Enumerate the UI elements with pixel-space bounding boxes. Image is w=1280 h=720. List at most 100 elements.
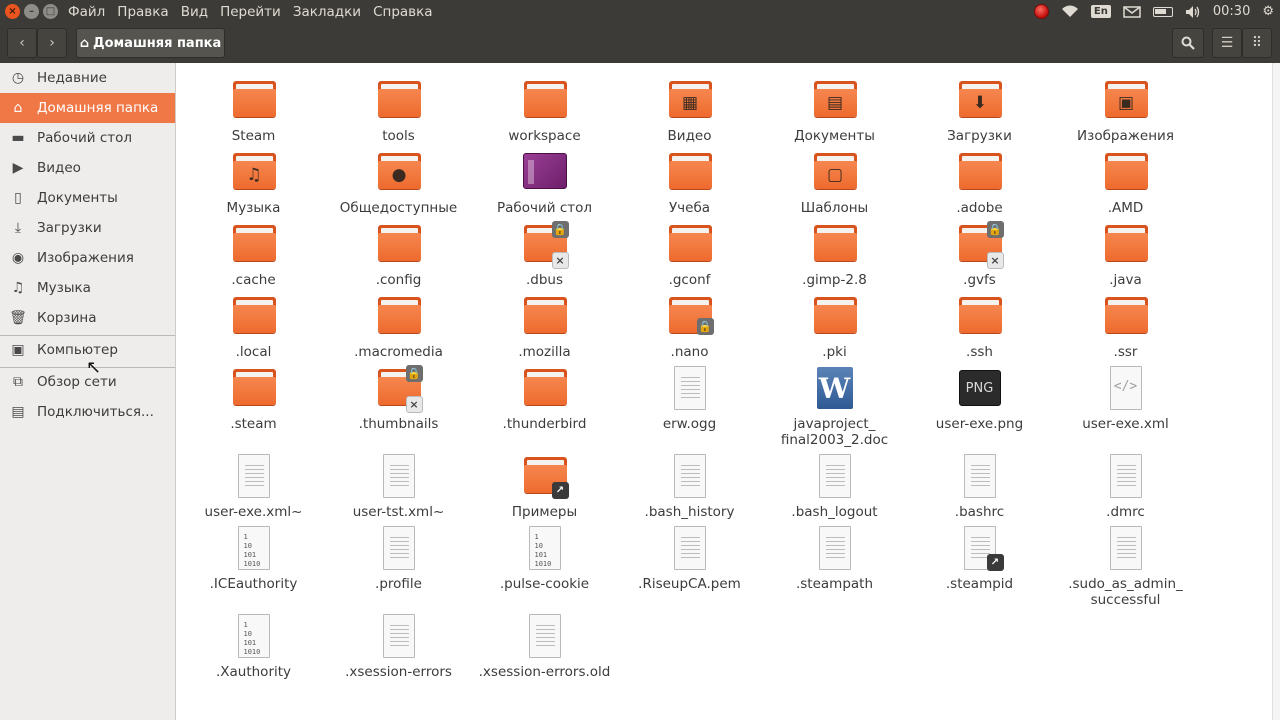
file-item-amd[interactable]: .AMD [1053,149,1198,216]
file-item-gvfs[interactable]: 🔒 × .gvfs [907,221,1052,288]
forward-button[interactable]: › [37,28,67,58]
minimize-window-button[interactable]: – [24,4,39,19]
file-name: .gconf [668,272,711,288]
file-name: .steam [230,416,277,432]
battery-icon[interactable] [1152,6,1173,17]
file-item-user-tst-xml[interactable]: user-tst.xml~ [326,453,471,520]
file-item-bashrc[interactable]: .bashrc [907,453,1052,520]
sidebar-item-documents[interactable]: ▯ Документы [0,183,175,213]
music-emblem-icon: ♫ [246,165,262,185]
sidebar-item-label: Рабочий стол [37,130,132,146]
menu-edit[interactable]: Правка [111,4,174,20]
folder-icon [811,293,859,341]
clock-label[interactable]: 00:30 [1213,4,1250,19]
file-item-local[interactable]: .local [181,293,326,360]
scrollbar[interactable] [1272,63,1280,720]
file-item-dbus[interactable]: 🔒 × .dbus [472,221,617,288]
file-item-adobe[interactable]: .adobe [907,149,1052,216]
sidebar-item-video[interactable]: ▶ Видео [0,153,175,183]
sidebar-item-connect-server[interactable]: ▤ Подключиться... [0,397,175,427]
file-item-mozilla[interactable]: .mozilla [472,293,617,360]
file-item-видео[interactable]: ▦ Видео [617,77,762,144]
file-item-ssh[interactable]: .ssh [907,293,1052,360]
file-item-cache[interactable]: .cache [181,221,326,288]
file-item-документы[interactable]: ▤ Документы [762,77,907,144]
gear-icon[interactable]: ⚙ [1262,4,1274,19]
menu-view[interactable]: Вид [175,4,214,20]
sidebar-item-pictures[interactable]: ◉ Изображения [0,243,175,273]
keyboard-layout-indicator[interactable]: En [1090,5,1111,18]
file-item-user-exe-png[interactable]: PNG user-exe.png [907,365,1052,432]
file-item-bash-logout[interactable]: .bash_logout [762,453,907,520]
file-item-user-exe-xml[interactable]: user-exe.xml~ [181,453,326,520]
file-name: Изображения [1077,128,1174,144]
file-item-xauthority[interactable]: 1 10 101 1010 .Xauthority [181,613,326,680]
file-item-примеры[interactable]: ↗ Примеры [472,453,617,520]
file-item-ssr[interactable]: .ssr [1053,293,1198,360]
file-item-учеба[interactable]: Учеба [617,149,762,216]
grid-view-button[interactable]: ⠿ [1242,28,1272,58]
file-item-xsession-errors[interactable]: .xsession-errors [326,613,471,680]
file-item-steam[interactable]: Steam [181,77,326,144]
file-item-музыка[interactable]: ♫ Музыка [181,149,326,216]
file-item-workspace[interactable]: workspace [472,77,617,144]
list-view-button[interactable]: ☰ [1212,28,1242,58]
sidebar-item-trash[interactable]: 🗑 Корзина [0,303,175,333]
file-item-шаблоны[interactable]: ▢ Шаблоны [762,149,907,216]
file-item-config[interactable]: .config [326,221,471,288]
file-item-iceauthority[interactable]: 1 10 101 1010 .ICEauthority [181,525,326,592]
menu-file[interactable]: Файл [62,4,111,20]
file-item-steampath[interactable]: .steampath [762,525,907,592]
wifi-icon[interactable] [1061,5,1079,18]
file-item-steampid[interactable]: ↗ .steampid [907,525,1052,592]
sidebar-item-recent[interactable]: ◷ Недавние [0,63,175,93]
file-item-thumbnails[interactable]: 🔒 × .thumbnails [326,365,471,432]
maximize-window-button[interactable]: □ [43,4,58,19]
file-item-profile[interactable]: .profile [326,525,471,592]
file-item-nano[interactable]: 🔒 .nano [617,293,762,360]
text-file-icon [375,613,423,661]
file-item-riseupca-pem[interactable]: .RiseupCA.pem [617,525,762,592]
file-item-macromedia[interactable]: .macromedia [326,293,471,360]
text-file-icon [521,613,569,661]
folder-icon [375,221,423,269]
file-item-рабочий-стол[interactable]: Рабочий стол [472,149,617,216]
folder-icon [1102,149,1150,197]
volume-icon[interactable] [1185,5,1201,19]
sidebar-item-music[interactable]: ♫ Музыка [0,273,175,303]
menu-bookmarks[interactable]: Закладки [287,4,367,20]
file-item-pki[interactable]: .pki [762,293,907,360]
file-item-java[interactable]: .java [1053,221,1198,288]
file-name: .Xauthority [215,664,292,680]
close-window-button[interactable]: × [5,4,20,19]
file-item-steam[interactable]: .steam [181,365,326,432]
record-indicator[interactable] [1033,4,1049,19]
file-item-изображения[interactable]: ▣ Изображения [1053,77,1198,144]
file-item-tools[interactable]: tools [326,77,471,144]
sidebar-item-desktop[interactable]: ▬ Рабочий стол [0,123,175,153]
menu-go[interactable]: Перейти [214,4,287,20]
back-button[interactable]: ‹ [7,28,37,58]
sidebar-item-label: Обзор сети [37,374,117,390]
sidebar-item-downloads[interactable]: ⤓ Загрузки [0,213,175,243]
file-item-xsession-errors-old[interactable]: .xsession-errors.old [472,613,617,680]
menu-help[interactable]: Справка [367,4,438,20]
file-item-pulse-cookie[interactable]: 1 10 101 1010 .pulse-cookie [472,525,617,592]
mail-icon[interactable] [1123,5,1141,18]
search-button[interactable] [1172,28,1204,58]
file-item-erw-ogg[interactable]: erw.ogg [617,365,762,432]
file-item-sudo-as-admin-successful[interactable]: .sudo_as_admin_ successful [1053,525,1198,608]
text-file-icon [1102,525,1150,573]
file-item-dmrc[interactable]: .dmrc [1053,453,1198,520]
sidebar-item-home[interactable]: ⌂ Домашняя папка [0,93,175,123]
file-item-thunderbird[interactable]: .thunderbird [472,365,617,432]
file-item-загрузки[interactable]: ⬇ Загрузки [907,77,1052,144]
text-file-icon [666,365,714,413]
file-item-user-exe-xml[interactable]: </> user-exe.xml [1053,365,1198,432]
file-item-javaproject-final2003-2-doc[interactable]: Wjavaproject_ final2003_2.doc [762,365,907,448]
file-item-gimp-2-8[interactable]: .gimp-2.8 [762,221,907,288]
file-item-bash-history[interactable]: .bash_history [617,453,762,520]
file-item-общедоступные[interactable]: ● Общедоступные [326,149,471,216]
file-item-gconf[interactable]: .gconf [617,221,762,288]
path-bar-home-button[interactable]: ⌂ Домашняя папка [76,28,225,58]
